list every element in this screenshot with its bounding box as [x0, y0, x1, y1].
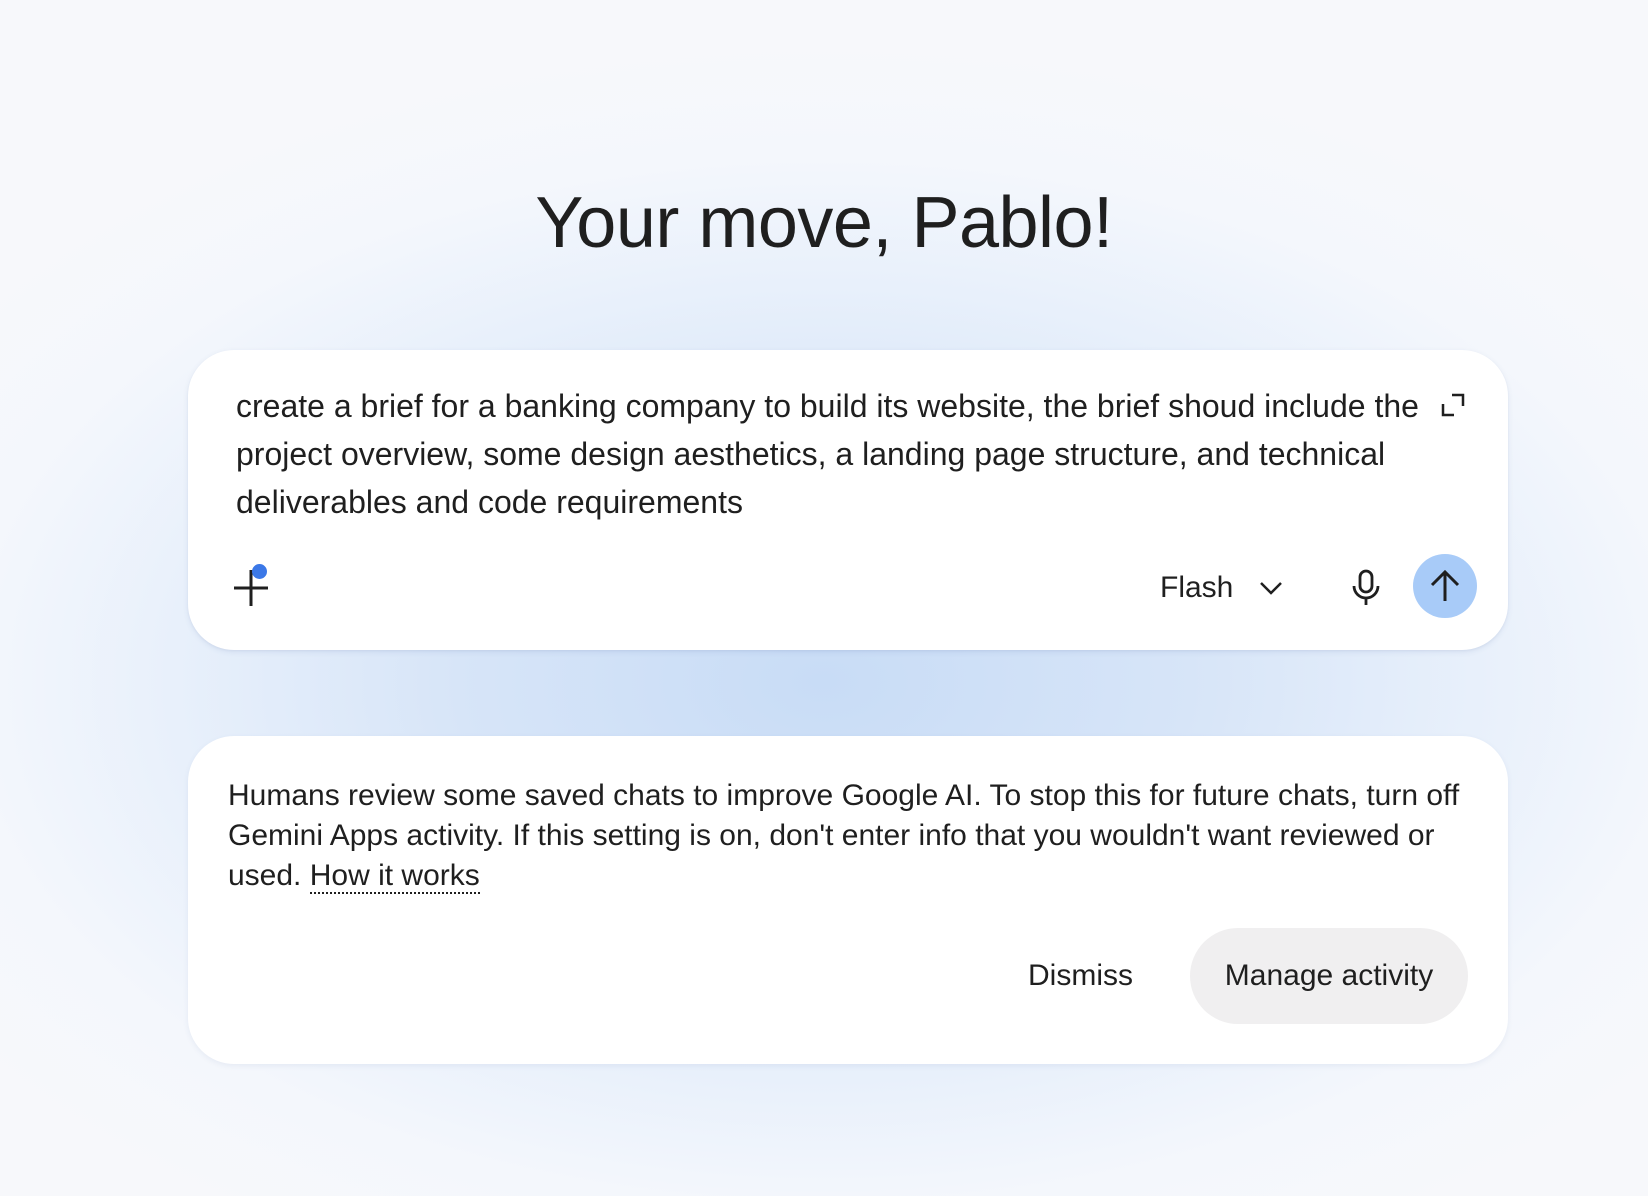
prompt-input[interactable]: create a brief for a banking company to … [236, 382, 1426, 526]
dismiss-button[interactable]: Dismiss [1006, 928, 1155, 1024]
how-it-works-link[interactable]: How it works [309, 859, 480, 894]
manage-activity-button[interactable]: Manage activity [1190, 928, 1468, 1024]
privacy-notice-text: Humans review some saved chats to improv… [228, 776, 1468, 896]
chevron-down-icon [1260, 582, 1283, 595]
expand-icon[interactable] [1440, 392, 1466, 418]
microphone-icon [1352, 569, 1380, 605]
notification-dot [252, 564, 267, 579]
arrow-up-icon [1430, 569, 1460, 601]
model-label: Flash [1160, 571, 1234, 604]
prompt-input-card[interactable]: create a brief for a banking company to … [188, 350, 1508, 650]
add-button[interactable] [224, 560, 280, 616]
send-button[interactable] [1413, 554, 1477, 618]
model-selector[interactable]: Flash [1148, 560, 1295, 616]
greeting-title: Your move, Pablo! [535, 183, 1113, 263]
privacy-notice-card: Humans review some saved chats to improv… [188, 736, 1508, 1064]
microphone-button[interactable] [1338, 560, 1394, 616]
